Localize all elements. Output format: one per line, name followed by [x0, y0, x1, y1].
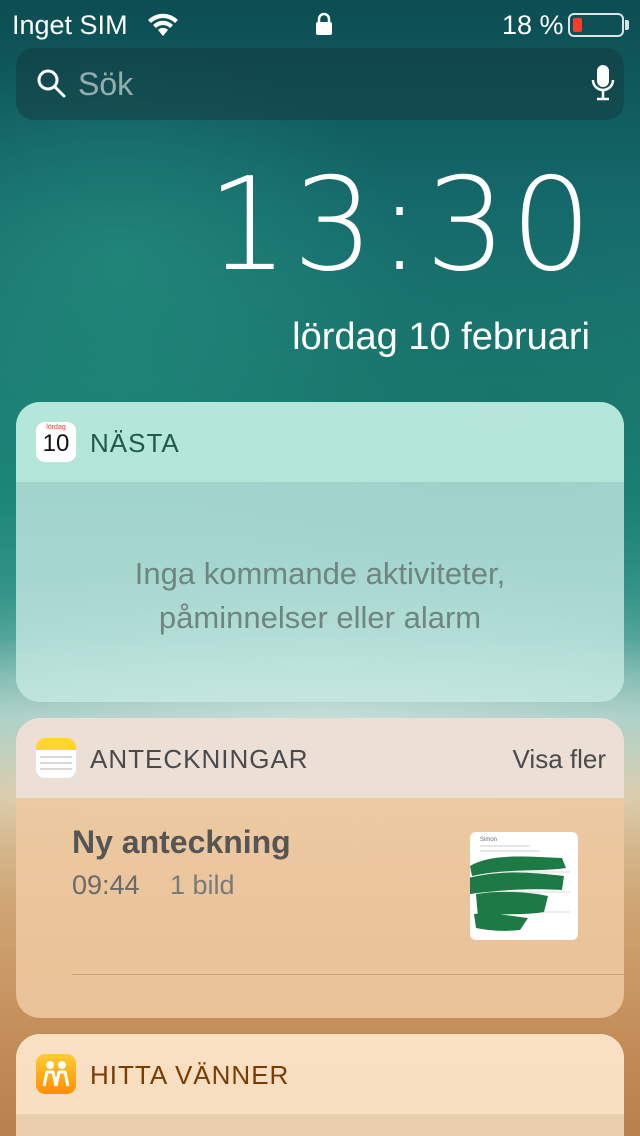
note-title: Ny anteckning: [72, 824, 291, 860]
divider: [72, 974, 624, 975]
status-bar: Inget SIM 18 %: [0, 0, 640, 48]
calendar-widget-title: NÄSTA: [90, 428, 180, 458]
notes-icon: [36, 738, 76, 778]
calendar-widget-header[interactable]: lördag 10 NÄSTA: [16, 402, 624, 482]
lock-icon: [316, 12, 332, 35]
note-attachment-count: 1 bild: [170, 870, 235, 900]
notes-widget-header[interactable]: ANTECKNINGAR Visa fler: [16, 718, 624, 798]
note-thumbnail: Simon: [470, 832, 578, 940]
lockscreen-time: 13:30: [207, 151, 596, 300]
battery-nub: [625, 20, 629, 30]
find-friends-widget-header[interactable]: HITTA VÄNNER: [16, 1034, 624, 1114]
lockscreen-date: lördag 10 februari: [292, 316, 590, 358]
calendar-empty-line-2: påminnelser eller alarm: [158, 600, 482, 635]
show-more-button[interactable]: Visa fler: [513, 744, 606, 775]
notes-widget-title: ANTECKNINGAR: [90, 744, 309, 774]
search-bar[interactable]: Sök: [16, 48, 624, 120]
battery-level: [573, 18, 582, 32]
find-friends-widget[interactable]: HITTA VÄNNER: [16, 1034, 624, 1136]
carrier-label: Inget SIM: [12, 10, 128, 40]
notes-widget[interactable]: ANTECKNINGAR Visa fler Ny anteckning 09:…: [16, 718, 624, 1018]
battery-percent: 18 %: [502, 10, 564, 40]
find-friends-widget-title: HITTA VÄNNER: [90, 1060, 290, 1090]
note-time: 09:44: [72, 870, 140, 900]
microphone-icon[interactable]: [590, 64, 616, 104]
find-friends-icon: [36, 1054, 76, 1094]
search-placeholder[interactable]: Sök: [78, 66, 133, 103]
calendar-empty-line-1: Inga kommande aktiviteter,: [134, 556, 506, 591]
svg-text:Simon: Simon: [480, 837, 497, 843]
battery-icon: [568, 13, 624, 37]
calendar-empty-message: Inga kommande aktiviteter, påminnelser e…: [16, 552, 624, 640]
calendar-widget[interactable]: lördag 10 NÄSTA Inga kommande aktivitete…: [16, 402, 624, 702]
redacted-image-icon: Simon: [470, 837, 570, 931]
search-icon: [37, 69, 66, 98]
calendar-icon-date: 10: [42, 430, 70, 457]
calendar-icon: lördag 10: [36, 422, 76, 462]
wifi-icon: [148, 13, 178, 36]
